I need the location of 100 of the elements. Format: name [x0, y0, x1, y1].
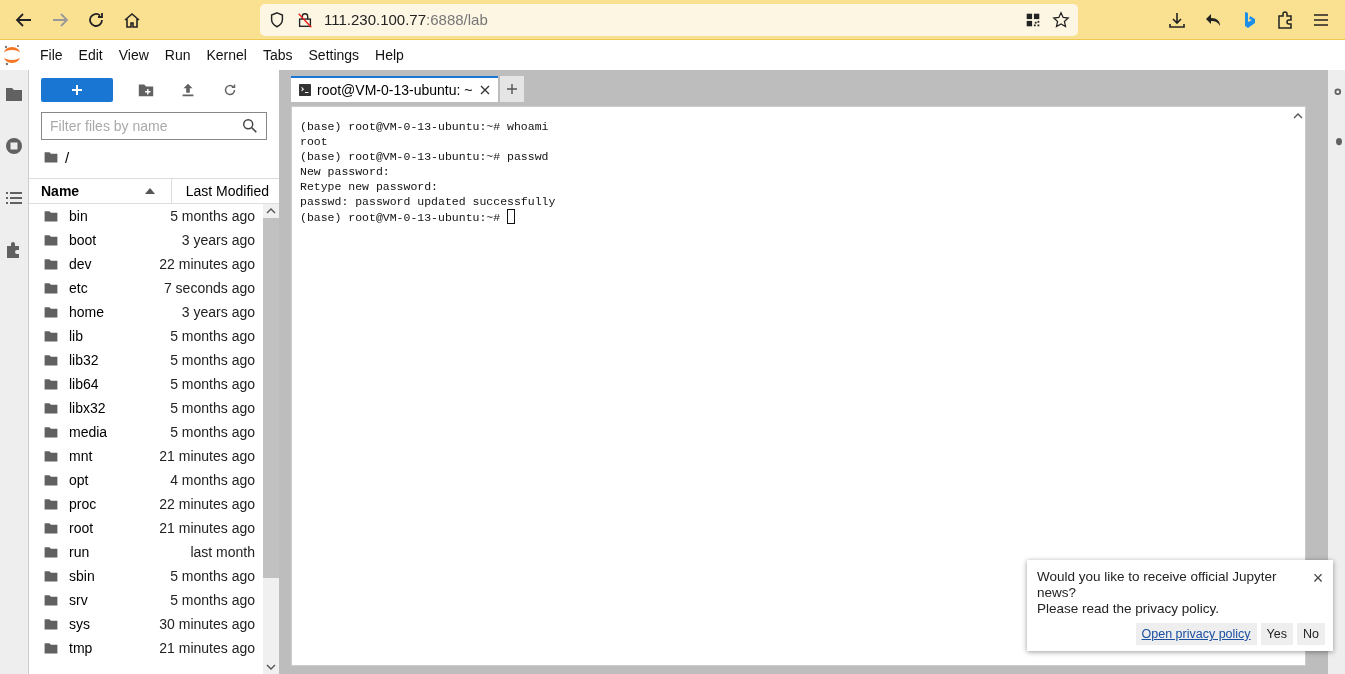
menu-item[interactable]: Kernel	[198, 47, 255, 63]
scrollbar[interactable]	[263, 204, 279, 674]
folder-icon	[43, 232, 59, 248]
stop-circle-icon[interactable]	[4, 136, 24, 156]
menu-item[interactable]: Run	[156, 47, 199, 63]
folder-icon	[43, 400, 59, 416]
menu-item[interactable]: View	[110, 47, 157, 63]
column-header[interactable]: Last Modified	[172, 183, 279, 199]
menu-item[interactable]: Tabs	[254, 47, 301, 63]
modified-time: 21 minutes ago	[159, 520, 255, 536]
file-name: dev	[69, 256, 93, 272]
close-icon[interactable]	[480, 85, 491, 95]
modified-time: 5 months ago	[170, 376, 255, 392]
filter-field[interactable]: Filter files by name	[41, 112, 267, 140]
search-icon	[241, 117, 259, 135]
star-icon[interactable]	[1052, 10, 1070, 29]
file-row[interactable]: mnt 21 minutes ago	[29, 444, 263, 468]
folder-icon	[43, 304, 59, 320]
scroll-down-icon[interactable]	[266, 664, 276, 670]
terminal-line: (base) root@VM-0-13-ubuntu:~#	[300, 209, 1283, 225]
sort-arrow-icon	[145, 188, 155, 194]
file-row[interactable]: run last month	[29, 540, 263, 564]
modified-time: 7 seconds ago	[163, 280, 255, 296]
breadcrumb-path[interactable]: /	[65, 148, 70, 166]
modified-time: 22 minutes ago	[159, 256, 255, 272]
terminal-line: (base) root@VM-0-13-ubuntu:~# whoami	[300, 119, 550, 134]
puzzle-icon[interactable]	[1275, 9, 1295, 30]
file-row[interactable]: lib 5 months ago	[29, 324, 263, 348]
file-name: lib	[69, 328, 84, 344]
folder-icon	[43, 448, 59, 464]
terminal-line: New password:	[300, 164, 391, 179]
file-row[interactable]: opt 4 months ago	[29, 468, 263, 492]
folder-icon	[43, 616, 59, 632]
file-name: opt	[69, 472, 90, 488]
modified-time: last month	[190, 544, 255, 560]
file-row[interactable]: boot 3 years ago	[29, 228, 263, 252]
modified-time: 5 months ago	[170, 568, 255, 584]
menu-item[interactable]: Edit	[70, 47, 111, 63]
file-name: media	[69, 424, 109, 440]
folder-icon	[43, 640, 59, 656]
folder-icon	[43, 352, 59, 368]
menu-item[interactable]: File	[32, 47, 71, 63]
tab-title: root@VM-0-13-ubuntu: ~	[317, 82, 473, 98]
terminal-tab[interactable]: root@VM-0-13-ubuntu: ~	[291, 76, 499, 102]
column-header[interactable]: Name	[41, 183, 80, 199]
folder-icon	[43, 568, 59, 584]
new-launcher-button[interactable]	[41, 78, 113, 102]
plus-icon	[71, 84, 83, 96]
modified-time: 22 minutes ago	[159, 496, 255, 512]
folder-icon	[43, 544, 59, 560]
folder-icon	[43, 520, 59, 536]
scroll-up-icon[interactable]	[1293, 113, 1303, 119]
plus-icon	[506, 83, 519, 95]
file-row[interactable]: proc 22 minutes ago	[29, 492, 263, 516]
file-row[interactable]: root 21 minutes ago	[29, 516, 263, 540]
folder-icon	[43, 328, 59, 344]
folder-icon	[43, 592, 59, 608]
file-name: root	[69, 520, 95, 536]
menu-item[interactable]: Help	[367, 47, 412, 63]
file-name: srv	[69, 592, 89, 608]
file-name: run	[69, 544, 91, 560]
terminal-line: passwd: password updated successfully	[300, 194, 557, 209]
file-name: home	[69, 304, 106, 320]
file-row[interactable]: libx32 5 months ago	[29, 396, 263, 420]
file-row[interactable]: sys 30 minutes ago	[29, 612, 263, 636]
privacy-policy-link[interactable]: Open privacy policy	[1135, 623, 1257, 645]
folder-icon	[43, 376, 59, 392]
terminal-line: (base) root@VM-0-13-ubuntu:~# passwd	[300, 149, 550, 164]
file-row[interactable]: lib32 5 months ago	[29, 348, 263, 372]
file-row[interactable]: etc 7 seconds ago	[29, 276, 263, 300]
url-text: 111.230.100.77:6888/lab	[324, 11, 488, 28]
notification-button[interactable]: Yes	[1260, 623, 1293, 645]
notification-note: Please read the privacy policy.	[1037, 601, 1221, 617]
file-row[interactable]: home 3 years ago	[29, 300, 263, 324]
file-row[interactable]: lib64 5 months ago	[29, 372, 263, 396]
file-row[interactable]: media 5 months ago	[29, 420, 263, 444]
menu-item[interactable]: Settings	[300, 47, 368, 63]
modified-time: 4 months ago	[170, 472, 255, 488]
modified-time: 5 months ago	[170, 400, 255, 416]
notification-button[interactable]: No	[1297, 623, 1325, 645]
file-name: proc	[69, 496, 98, 512]
scroll-up-icon[interactable]	[266, 208, 276, 214]
file-row[interactable]: srv 5 months ago	[29, 588, 263, 612]
file-name: mnt	[69, 448, 94, 464]
address-bar[interactable]: 111.230.100.77:6888/lab	[260, 3, 1078, 36]
file-row[interactable]: tmp 21 minutes ago	[29, 636, 263, 660]
folder-icon	[43, 472, 59, 488]
modified-time: 21 minutes ago	[159, 640, 255, 656]
file-name: sbin	[69, 568, 96, 584]
file-row[interactable]: dev 22 minutes ago	[29, 252, 263, 276]
file-row[interactable]: bin 5 months ago	[29, 204, 263, 228]
jupyter-logo-icon	[2, 43, 22, 67]
file-row[interactable]: sbin 5 months ago	[29, 564, 263, 588]
new-tab-button[interactable]	[500, 76, 525, 102]
folder-icon[interactable]	[43, 149, 59, 165]
shield-icon	[268, 10, 286, 29]
modified-time: 30 minutes ago	[159, 616, 255, 632]
notification-message: Would you like to receive official Jupyter news?	[1037, 569, 1278, 601]
close-button[interactable]: ×	[1311, 569, 1325, 587]
modified-time: 3 years ago	[181, 232, 255, 248]
